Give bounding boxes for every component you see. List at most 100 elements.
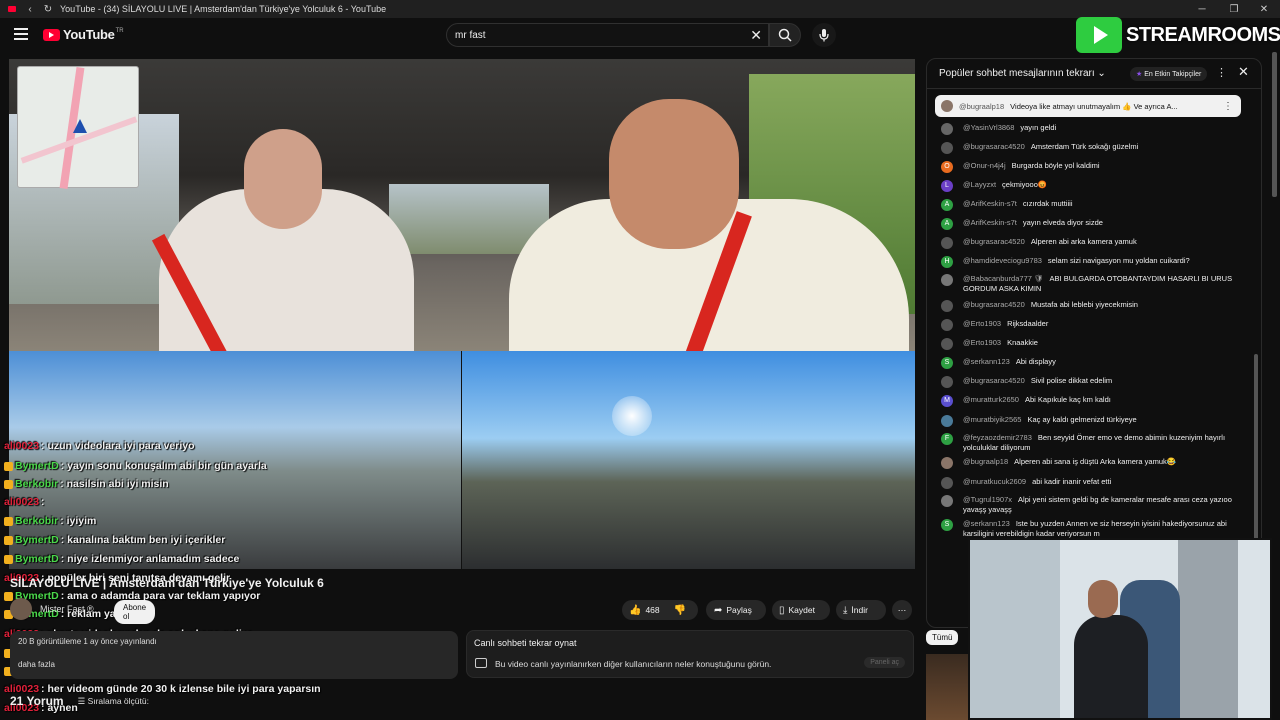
overlay-chat-text: : uzun videolara iyi para veriyo (41, 440, 195, 452)
chat-message[interactable]: M @muratturk2650 Abi Kapıkule kaç km kaldı (941, 395, 1251, 407)
chat-message[interactable]: S @serkann123 Iste bu yuzden Annen ve siz … (941, 519, 1251, 539)
avatar: F (941, 433, 953, 445)
chat-text: yayın elveda diyor sizde (1022, 218, 1103, 227)
chat-message[interactable]: O @Onur-n4j4j Burgarda böyle yol kaldimi (941, 161, 1251, 173)
more-actions-label: ⋯ (897, 604, 907, 615)
save-button[interactable]: ▯ Kaydet (772, 600, 830, 620)
chat-message[interactable]: @bugraalp18 Alperen abi sana iş düştü Ark… (941, 457, 1251, 469)
chat-message-body: @Erto1903 Rijksdaalder (963, 319, 1048, 331)
chat-message[interactable]: H @hamdideveciogu9783 selam sizi navigasyo… (941, 256, 1251, 268)
chat-message[interactable]: @muratbiyik2565 Kaç ay kaldı gelmenizd tü… (941, 415, 1251, 427)
chat-message[interactable]: S @serkann123 Abi displayy (941, 357, 1251, 369)
overlay-chat-line: BymertD: kanalına baktım ben iyi içerikl… (4, 534, 225, 546)
like-dislike-group: 👍 468 👎 (622, 600, 698, 620)
chat-user: @bugrasarac4520 (963, 376, 1025, 385)
description-box[interactable]: 20 B görüntüleme 1 ay önce yayınlandı da… (10, 631, 458, 679)
channel-name[interactable]: Mister Fast ® (40, 604, 94, 614)
overlay-chat-user: ali0023 (4, 496, 40, 508)
voice-search-button[interactable] (812, 23, 836, 47)
open-panel-button[interactable]: Paneli aç (864, 657, 905, 668)
dislike-icon[interactable]: 👎 (674, 605, 686, 616)
chat-message[interactable]: @muratkucuk2609 abi kadir inanir vefat et… (941, 477, 1251, 489)
menu-icon[interactable] (14, 28, 28, 40)
avatar: O (941, 161, 953, 173)
search-icon (778, 28, 792, 42)
search-button[interactable] (769, 23, 801, 47)
youtube-play-icon (43, 28, 60, 41)
maximize-icon[interactable]: ❐ (1218, 0, 1250, 18)
chat-message[interactable]: @Babacanburda777 🛡 ABI BULGARDA OTOBANTAY… (941, 274, 1251, 294)
back-icon[interactable]: ‹ (24, 3, 36, 15)
chat-text: Kaç ay kaldı gelmenizd türkiyeye (1027, 415, 1137, 424)
top-fans-badge[interactable]: ★ En Etkin Takipçiler (1130, 67, 1208, 81)
chat-message-body: @Onur-n4j4j Burgarda böyle yol kaldimi (963, 161, 1100, 173)
channel-avatar[interactable] (10, 598, 32, 620)
chat-text: yayın geldi (1020, 123, 1057, 132)
chat-message[interactable]: @Erto1903 Rijksdaalder (941, 319, 1251, 331)
chat-message[interactable]: F @feyzaozdemir2783 Ben seyyid Ömer emo ve… (941, 433, 1251, 453)
chat-message[interactable]: @bugrasarac4520 Alperen abi arka kamera y… (941, 237, 1251, 249)
chat-user: @feyzaozdemir2783 (963, 433, 1032, 442)
pinned-more-icon[interactable]: ⋮ (1223, 101, 1233, 112)
country-code: TR (115, 27, 124, 34)
chat-message[interactable]: @Erto1903 Knaakkie (941, 338, 1251, 350)
streamrooms-play-icon (1076, 17, 1122, 53)
chat-text: Alperen abi arka kamera yamuk (1030, 237, 1137, 246)
microphone-icon (819, 29, 829, 42)
navigation-arrow-icon (73, 119, 87, 133)
overlay-chat-line: Berkobir: nasilsin abi iyi misin (4, 478, 169, 490)
chat-text: abi kadir inanir vefat etti (1032, 477, 1112, 486)
pinned-message[interactable]: @bugraalp18 Videoya like atmayı unutmaya… (935, 95, 1241, 117)
chat-message-body: @Erto1903 Knaakkie (963, 338, 1038, 350)
video-title: SİLAYOLU LIVE | Amsterdam'dan Türkiye'ye… (10, 576, 324, 590)
chat-message[interactable]: @bugrasarac4520 Amsterdam Türk sokağı güz… (941, 142, 1251, 154)
chat-user: @muratbiyik2565 (963, 415, 1022, 424)
minimize-icon[interactable]: ─ (1186, 0, 1218, 18)
chat-mode-dropdown[interactable]: Popüler sohbet mesajlarının tekrarı ⌄ (939, 68, 1106, 79)
chat-message[interactable]: L @Layyzxt çekmiyooo😡 (941, 180, 1251, 192)
avatar: S (941, 357, 953, 369)
subscribe-button[interactable]: Abone ol (114, 600, 156, 624)
like-icon[interactable]: 👍 (629, 605, 641, 616)
youtube-favicon-icon (6, 3, 18, 15)
overlay-chat-user: ali0023 (4, 440, 40, 452)
chat-user: @Onur-n4j4j (963, 161, 1006, 170)
chat-user: @bugrasarac4520 (963, 237, 1025, 246)
chat-message[interactable]: @YasinVrl3868 yayın geldi (941, 123, 1251, 135)
close-chat-icon[interactable]: ✕ (1238, 64, 1249, 80)
like-count[interactable]: 468 (645, 605, 659, 615)
chat-user: @Tugrul1907x (963, 495, 1013, 504)
page-scrollbar[interactable] (1272, 52, 1277, 197)
chat-more-icon[interactable]: ⋮ (1216, 66, 1227, 79)
show-more-link[interactable]: daha fazla (18, 660, 450, 669)
overlay-chat-text: : (41, 496, 45, 508)
avatar (941, 123, 953, 135)
chat-user: @Erto1903 (963, 319, 1002, 328)
sort-comments-button[interactable]: ☰ Sıralama ölçütü: (78, 696, 149, 707)
share-button[interactable]: ➦ Paylaş (706, 600, 766, 620)
reload-icon[interactable]: ↻ (42, 3, 54, 15)
chat-message[interactable]: @bugrasarac4520 Sivil polise dikkat edeli… (941, 376, 1251, 388)
youtube-logo[interactable]: YouTube TR (43, 27, 124, 42)
close-window-icon[interactable]: ✕ (1248, 0, 1280, 18)
save-label: Kaydet (788, 605, 815, 615)
more-actions-button[interactable]: ⋯ (892, 600, 912, 620)
chat-message-body: @Tugrul1907x Alpi yeni sistem geldi bg de… (963, 495, 1251, 515)
chat-message-body: @ArifKeskin-s7t cızırdak muttiiii (963, 199, 1072, 211)
download-button[interactable]: ⤓ İndir (836, 600, 886, 620)
search-input[interactable]: mr fast ✕ (446, 23, 769, 47)
chat-message-body: @bugrasarac4520 Alperen abi arka kamera y… (963, 237, 1137, 249)
chat-message-body: @Babacanburda777 🛡 ABI BULGARDA OTOBANTAY… (963, 274, 1251, 294)
video-player[interactable] (9, 59, 915, 569)
clear-search-icon[interactable]: ✕ (750, 27, 762, 44)
chat-message[interactable]: @Tugrul1907x Alpi yeni sistem geldi bg de… (941, 495, 1251, 515)
tab-all[interactable]: Tümü (926, 630, 959, 645)
chat-message[interactable]: A @ArifKeskin-s7t yayın elveda diyor sizde (941, 218, 1251, 230)
interior-camera-feed (9, 59, 915, 367)
chat-message[interactable]: @bugrasarac4520 Mustafa abi leblebi yiyec… (941, 300, 1251, 312)
avatar (941, 457, 953, 469)
chat-message[interactable]: A @ArifKeskin-s7t cızırdak muttiiii (941, 199, 1251, 211)
overlay-chat-text: : yayın sonu konuşalım abi bir gün ayarl… (60, 460, 267, 472)
chat-replay-description: Bu video canlı yayınlanırken diğer kulla… (495, 659, 772, 669)
chat-text: Rijksdaalder (1007, 319, 1049, 328)
